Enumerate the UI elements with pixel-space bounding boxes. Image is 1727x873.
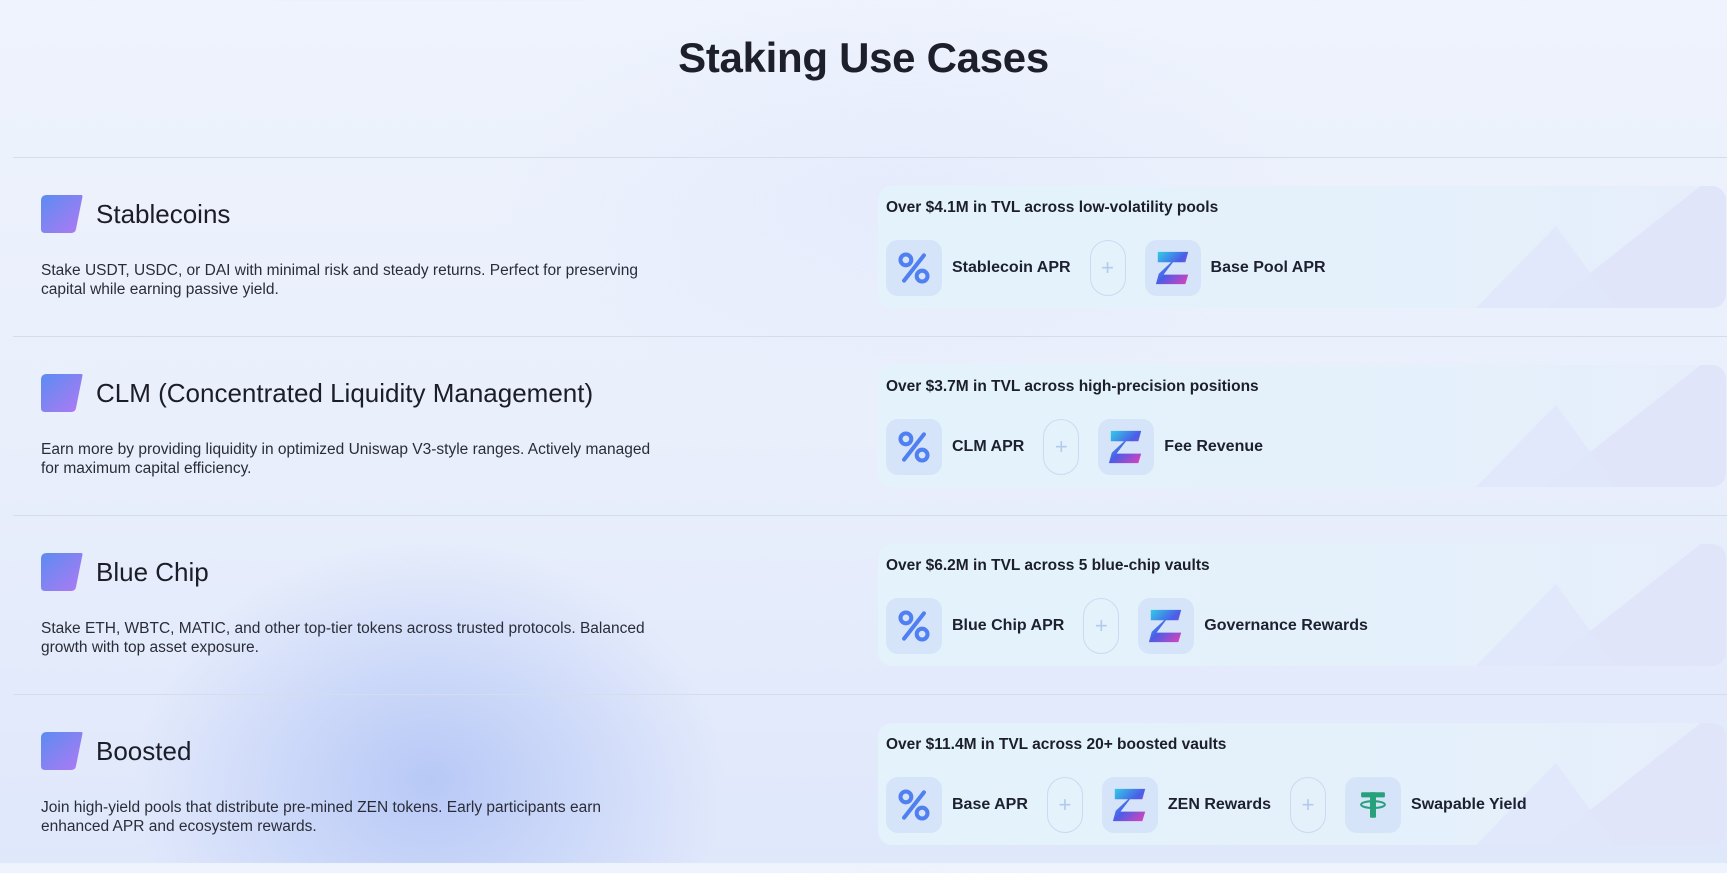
reward-chip-label: Fee Revenue <box>1164 438 1264 455</box>
reward-chip-label: Governance Rewards <box>1204 617 1368 634</box>
tvl-card: Over $4.1M in TVL across low-volatility … <box>878 186 1726 308</box>
reward-chip-row: Blue Chip APR + Governance Rewards <box>886 598 1368 654</box>
category-logo-icon <box>41 374 83 412</box>
reward-chip-label: Base Pool APR <box>1210 259 1326 276</box>
zen-token-icon <box>1101 777 1158 833</box>
reward-chip: Fee Revenue <box>1098 419 1263 475</box>
use-case-heading: Stablecoins <box>41 195 230 233</box>
plus-icon: + <box>1089 240 1126 296</box>
card-decoration <box>1406 544 1726 666</box>
use-case-title: Blue Chip <box>96 556 209 587</box>
use-case-description: Stake ETH, WBTC, MATIC, and other top-ti… <box>41 620 645 656</box>
plus-icon: + <box>1043 419 1080 475</box>
tvl-summary: Over $4.1M in TVL across low-volatility … <box>886 199 1219 216</box>
use-case-info: CLM (Concentrated Liquidity Management) E… <box>41 337 681 515</box>
use-case-heading: Boosted <box>41 732 191 770</box>
plus-icon: + <box>1083 598 1120 654</box>
use-case-title: Stablecoins <box>96 198 231 229</box>
reward-chip: ZEN Rewards <box>1101 777 1272 833</box>
tvl-summary: Over $11.4M in TVL across 20+ boosted va… <box>886 736 1227 753</box>
use-case-info: Stablecoins Stake USDT, USDC, or DAI with… <box>41 158 681 336</box>
category-logo-icon <box>41 553 83 591</box>
tvl-summary: Over $3.7M in TVL across high-precision … <box>886 378 1259 395</box>
use-case-info: Boosted Join high-yield pools that distri… <box>41 695 681 873</box>
use-case-heading: CLM (Concentrated Liquidity Management) <box>41 374 593 412</box>
card-decoration <box>1406 186 1726 308</box>
plus-icon: + <box>1290 777 1327 833</box>
reward-chip-label: ZEN Rewards <box>1167 796 1272 813</box>
reward-chip-row: Base APR + ZEN Rewards + Swapable Yield <box>886 777 1527 833</box>
zen-token-icon <box>1144 240 1201 296</box>
reward-chip: Blue Chip APR <box>886 598 1064 654</box>
category-logo-icon <box>41 732 83 770</box>
plus-icon: + <box>1046 777 1083 833</box>
card-decoration <box>1406 365 1726 487</box>
reward-chip: Base APR <box>886 777 1028 833</box>
use-case-description: Stake USDT, USDC, or DAI with minimal ri… <box>41 262 638 298</box>
reward-chip: Base Pool APR <box>1144 240 1326 296</box>
percent-icon <box>886 419 942 475</box>
reward-chip: CLM APR <box>886 419 1024 475</box>
reward-chip-label: Base APR <box>952 796 1028 813</box>
reward-chip: Swapable Yield <box>1345 777 1527 833</box>
tvl-card: Over $3.7M in TVL across high-precision … <box>878 365 1726 487</box>
percent-icon <box>886 598 942 654</box>
reward-chip-label: CLM APR <box>952 438 1025 455</box>
tvl-summary: Over $6.2M in TVL across 5 blue-chip vau… <box>886 557 1210 574</box>
zen-token-icon <box>1138 598 1195 654</box>
use-case-section: CLM (Concentrated Liquidity Management) E… <box>13 336 1727 515</box>
tvl-card: Over $6.2M in TVL across 5 blue-chip vau… <box>878 544 1726 666</box>
reward-chip-row: CLM APR + Fee Revenue <box>886 419 1263 475</box>
use-case-section: Boosted Join high-yield pools that distri… <box>13 694 1727 873</box>
reward-chip: Stablecoin APR <box>886 240 1071 296</box>
category-logo-icon <box>41 195 83 233</box>
percent-icon <box>886 777 942 833</box>
tvl-card: Over $11.4M in TVL across 20+ boosted va… <box>878 723 1726 845</box>
reward-chip-row: Stablecoin APR + Base Pool APR <box>886 240 1326 296</box>
use-case-description: Join high-yield pools that distribute pr… <box>41 799 601 835</box>
percent-icon <box>886 240 942 296</box>
use-case-description: Earn more by providing liquidity in opti… <box>41 441 651 477</box>
use-case-section: Stablecoins Stake USDT, USDC, or DAI with… <box>13 157 1727 336</box>
use-case-title: CLM (Concentrated Liquidity Management) <box>96 377 594 408</box>
use-case-section: Blue Chip Stake ETH, WBTC, MATIC, and oth… <box>13 515 1727 694</box>
reward-chip: Governance Rewards <box>1138 598 1368 654</box>
page-title: Staking Use Cases <box>678 34 1049 81</box>
use-case-title: Boosted <box>96 735 192 766</box>
use-case-heading: Blue Chip <box>41 553 209 591</box>
reward-chip-label: Blue Chip APR <box>952 617 1065 634</box>
zen-token-icon <box>1098 419 1155 475</box>
tether-icon <box>1345 777 1402 833</box>
use-case-info: Blue Chip Stake ETH, WBTC, MATIC, and oth… <box>41 516 681 694</box>
reward-chip-label: Stablecoin APR <box>952 259 1071 276</box>
reward-chip-label: Swapable Yield <box>1411 796 1527 813</box>
